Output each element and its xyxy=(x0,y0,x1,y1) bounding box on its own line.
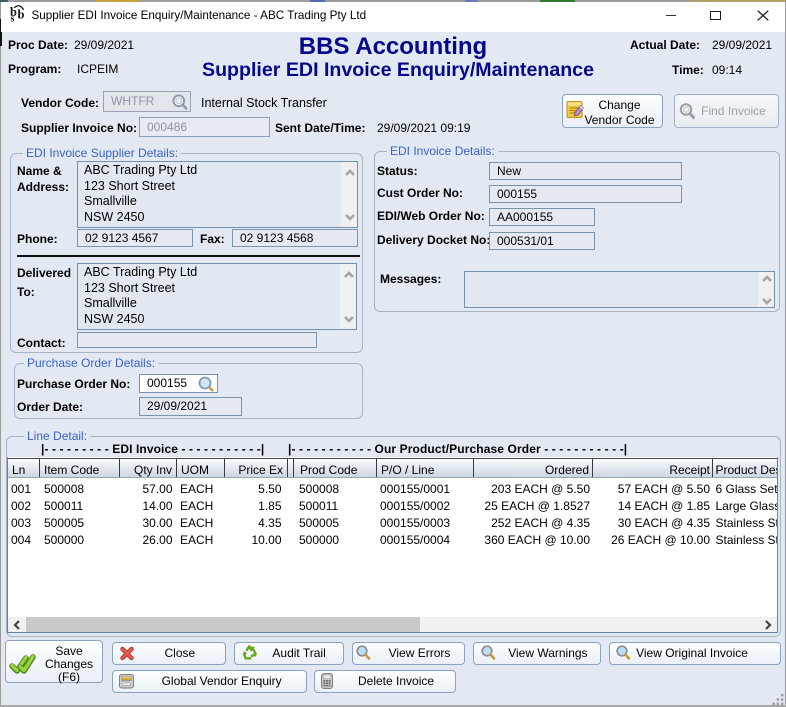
svg-text:s: s xyxy=(11,14,15,25)
